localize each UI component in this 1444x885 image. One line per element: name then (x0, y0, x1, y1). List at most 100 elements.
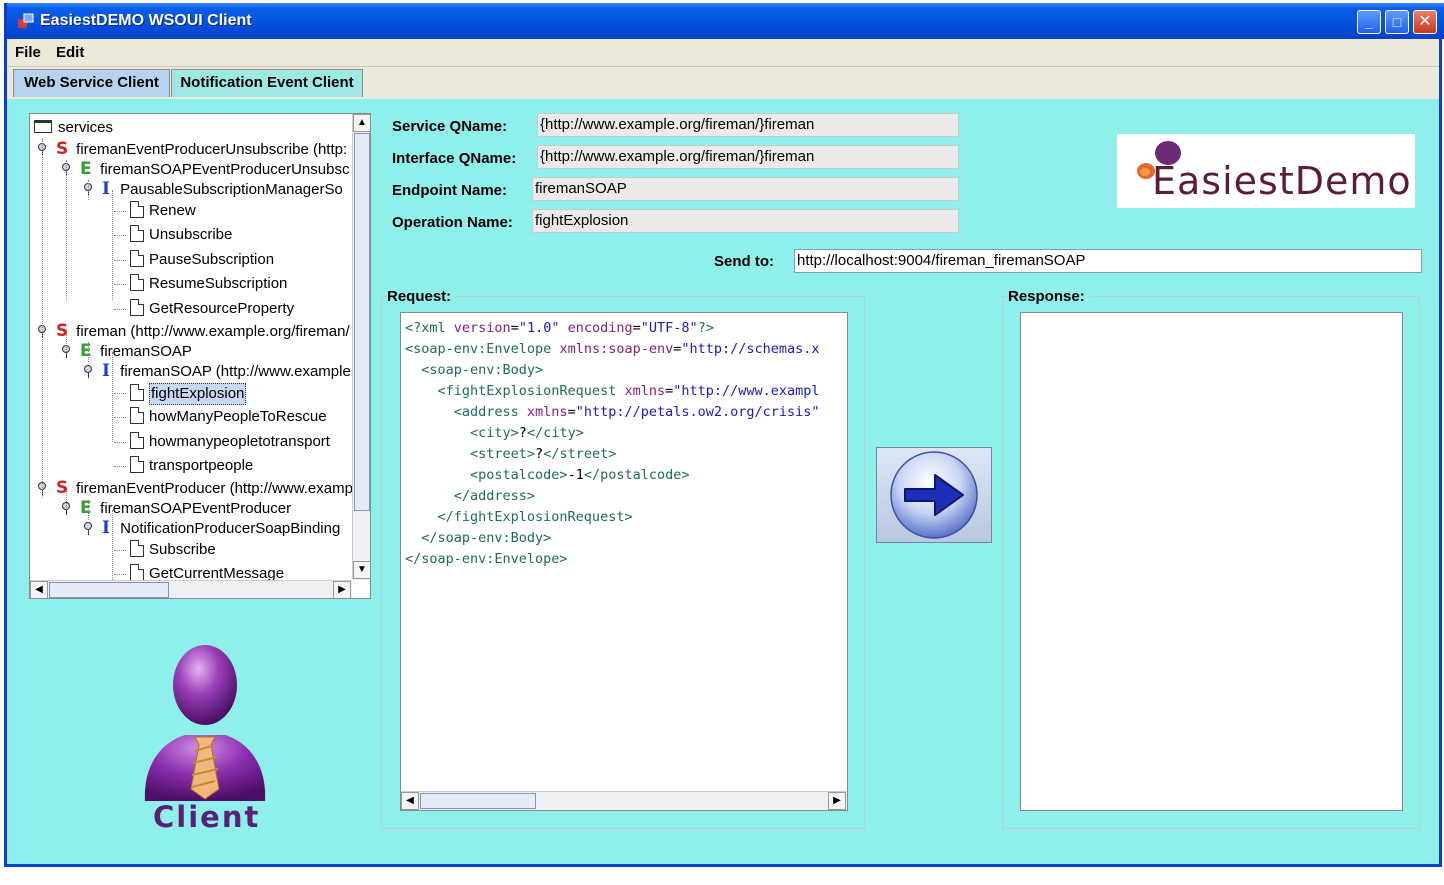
code-token: </fightExplosionRequest> (405, 509, 633, 525)
tab-notification-event-client[interactable]: Notification Event Client (171, 69, 363, 97)
tree-connector (114, 442, 126, 443)
tree-endpoint-node[interactable]: E firemanSOAP (62, 341, 192, 361)
tree-operation-node[interactable]: Subscribe (114, 540, 216, 560)
tab-web-service-client[interactable]: Web Service Client (13, 69, 170, 97)
tree-interface-node[interactable]: I firemanSOAP (http://www.example (84, 361, 351, 381)
operation-doc-icon (130, 432, 144, 449)
code-token: version (453, 320, 511, 336)
tree-connector (112, 352, 113, 442)
tree-node-label: firemanSOAP (http://www.example (120, 363, 351, 380)
request-scroll-left-icon[interactable]: ◀ (401, 792, 419, 810)
expand-handle-icon[interactable] (84, 365, 92, 378)
scroll-down-icon[interactable]: ▼ (353, 561, 370, 579)
menu-edit[interactable]: Edit (56, 44, 84, 61)
code-token: </address> (405, 488, 536, 504)
tree-service-node[interactable]: S firemanEventProducer (http://www.examp (38, 478, 353, 498)
code-token: xmlns (624, 383, 666, 399)
send-request-button[interactable] (876, 447, 992, 543)
title-bar[interactable]: EasiestDEMO WSOUI Client _ □ ✕ (7, 3, 1444, 39)
tree-node-label: firemanSOAPEventProducerUnsubsc (100, 161, 350, 178)
close-button[interactable]: ✕ (1413, 10, 1437, 34)
tree-hscroll-thumb[interactable] (49, 582, 169, 598)
tree-connector (66, 490, 67, 510)
code-line: <fightExplosionRequest xmlns="http://www… (405, 381, 820, 401)
tree-service-node[interactable]: S fireman (http://www.example.org/firema… (38, 321, 350, 341)
tree-operation-node[interactable]: howManyPeopleToRescue (114, 407, 327, 427)
operation-doc-icon (130, 225, 144, 242)
app-icon (18, 13, 34, 28)
operation-doc-icon (130, 299, 144, 316)
request-horizontal-scrollbar[interactable]: ◀ ▶ (401, 791, 847, 810)
tree-vscroll-thumb[interactable] (354, 133, 370, 511)
response-title: Response: (1008, 288, 1089, 305)
service-qname-field[interactable]: {http://www.example.org/fireman/}fireman (537, 113, 959, 137)
tree-node-label: fireman (http://www.example.org/fireman/ (76, 323, 350, 340)
scroll-up-icon[interactable]: ▲ (353, 114, 370, 132)
request-hscroll-thumb[interactable] (420, 793, 536, 809)
request-title: Request: (387, 288, 456, 305)
response-viewer[interactable] (1020, 312, 1403, 811)
code-token: "1.0" (518, 320, 560, 336)
tree-operation-node[interactable]: GetResourceProperty (114, 299, 294, 319)
tree-endpoint-node[interactable]: E firemanSOAPEventProducerUnsubsc (62, 159, 350, 179)
code-token: = (567, 404, 576, 420)
tree-connector (42, 138, 43, 498)
tree-node-label: howManyPeopleToRescue (149, 408, 327, 425)
tree-node-label: PausableSubscriptionManagerSo (120, 181, 343, 198)
scroll-right-icon[interactable]: ▶ (333, 581, 351, 598)
tree-operation-node[interactable]: howmanypeopletotransport (114, 432, 330, 452)
code-token: = (510, 320, 519, 336)
interface-qname-label: Interface QName: (392, 150, 517, 167)
expand-handle-icon[interactable] (84, 522, 92, 535)
tree-operation-node[interactable]: fightExplosion (114, 383, 247, 405)
operation-name-field[interactable]: fightExplosion (532, 209, 959, 233)
endpoint-name-field[interactable]: firemanSOAP (532, 177, 959, 201)
interface-icon: I (102, 361, 110, 381)
tree-interface-node[interactable]: I NotificationProducerSoapBinding (84, 518, 341, 538)
code-line: </address> (405, 486, 535, 506)
operation-doc-icon (130, 201, 144, 218)
code-token: "http://petals.ow2.org/crisis" (575, 404, 820, 420)
code-token: encoding (567, 320, 633, 336)
tree-interface-node[interactable]: I PausableSubscriptionManagerSo (84, 179, 343, 199)
tree-connector (114, 550, 126, 551)
scroll-left-icon[interactable]: ◀ (30, 581, 48, 598)
interface-qname-field[interactable]: {http://www.example.org/fireman/}fireman (537, 145, 959, 169)
code-token: = (665, 383, 674, 399)
tree-operation-node[interactable]: Renew (114, 201, 196, 221)
tree-connector (114, 574, 126, 575)
send-to-input[interactable]: http://localhost:9004/fireman_firemanSOA… (794, 249, 1422, 273)
code-token: <soap-env:Body> (405, 362, 544, 378)
operation-doc-icon (130, 407, 144, 424)
tree-connector (114, 466, 126, 467)
menu-bar: File Edit (7, 39, 1439, 67)
tree-node-label: Renew (149, 202, 196, 219)
minimize-button[interactable]: _ (1357, 10, 1381, 34)
maximize-button[interactable]: □ (1385, 10, 1409, 34)
code-token: ?> (697, 320, 714, 336)
tree-connector (114, 260, 126, 261)
operation-doc-icon (130, 456, 144, 473)
tree-node-label: transportpeople (149, 457, 254, 474)
tree-root[interactable]: services (34, 118, 113, 138)
tree-operation-node[interactable]: Unsubscribe (114, 225, 232, 245)
tree-connector (114, 284, 126, 285)
service-icon: S (56, 478, 69, 498)
code-token: <address (405, 404, 527, 420)
tree-vertical-scrollbar[interactable]: ▲ ▼ (352, 114, 370, 580)
code-line: <address xmlns="http://petals.ow2.org/cr… (405, 402, 820, 422)
tree-service-node[interactable]: S firemanEventProducerUnsubscribe (http: (38, 139, 347, 159)
tree-operation-node[interactable]: PauseSubscription (114, 250, 274, 270)
code-line: <street>?</street> (405, 444, 616, 464)
menu-file[interactable]: File (15, 44, 41, 61)
tree-connector (88, 342, 89, 362)
services-tree[interactable]: services S firemanEventProducerUnsubscrib… (29, 113, 371, 599)
tree-node-label: NotificationProducerSoapBinding (120, 520, 341, 537)
tree-operation-node[interactable]: transportpeople (114, 456, 254, 476)
tree-node-label: ResumeSubscription (149, 275, 288, 292)
tree-operation-node[interactable]: ResumeSubscription (114, 274, 288, 294)
request-scroll-right-icon[interactable]: ▶ (828, 792, 846, 810)
tree-horizontal-scrollbar[interactable]: ◀ ▶ (30, 580, 352, 598)
request-editor[interactable]: <?xml version="1.0" encoding="UTF-8"?> <s… (400, 312, 848, 811)
